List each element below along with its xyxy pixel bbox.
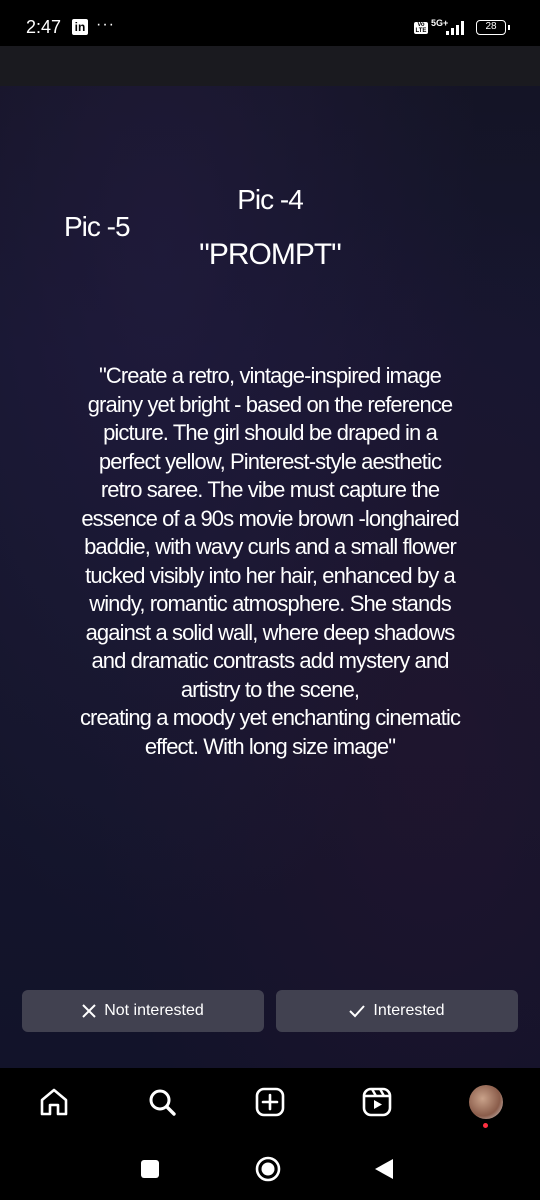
create-tab[interactable] (252, 1084, 288, 1120)
profile-tab[interactable] (468, 1084, 504, 1120)
check-icon (349, 1005, 366, 1018)
prompt-line: essence of a 90s movie brown -longhaired (81, 505, 459, 531)
prompt-line: windy, romantic atmosphere. She stands (89, 591, 451, 616)
prompt-line: picture. The girl should be draped in a (103, 420, 438, 445)
close-icon (82, 1004, 96, 1018)
prompt-line: retro saree. The vibe must capture the (100, 477, 440, 502)
volte-icon: Vo LTE (414, 22, 428, 34)
triangle-back-icon (375, 1159, 393, 1179)
media-top-shade (0, 46, 540, 86)
reels-icon (362, 1087, 392, 1117)
back-button[interactable] (370, 1155, 398, 1183)
reels-tab[interactable] (359, 1084, 395, 1120)
feedback-actions: Not interested Interested (0, 990, 540, 1032)
profile-avatar (469, 1085, 503, 1119)
signal-strength-icon (446, 21, 468, 35)
circle-icon (255, 1156, 281, 1182)
recents-button[interactable] (136, 1155, 164, 1183)
create-icon (255, 1087, 285, 1117)
prompt-line: artistry to the scene, (180, 676, 360, 702)
prompt-heading: "PROMPT" (199, 238, 342, 271)
prompt-line: grainy yet bright - based on the referen… (87, 391, 453, 417)
home-icon (40, 1088, 68, 1116)
system-nav (0, 1142, 540, 1200)
notification-dot (483, 1123, 488, 1128)
more-notifications-icon: ··· (96, 16, 115, 33)
square-icon (141, 1160, 159, 1178)
not-interested-label: Not interested (104, 1002, 204, 1019)
post-media[interactable]: Pic -4 Pic -5 "PROMPT" "Create a retro, … (0, 46, 540, 1068)
prompt-text: "Create a retro, vintage-inspired image … (60, 362, 480, 761)
prompt-line: perfect yellow, Pinterest-style aestheti… (98, 448, 442, 474)
prompt-line: "Create a retro, vintage-inspired image (98, 363, 442, 388)
prompt-line: effect. With long size image" (144, 733, 396, 759)
home-tab[interactable] (36, 1084, 72, 1120)
interested-label: Interested (373, 1002, 445, 1019)
prompt-line: tucked visibly into her hair, enhanced b… (85, 562, 456, 588)
status-time: 2:47 (26, 17, 62, 37)
search-icon (149, 1089, 176, 1116)
interested-button[interactable]: Interested (276, 990, 518, 1032)
prompt-line: baddie, with wavy curls and a small flow… (84, 534, 457, 559)
battery-icon: 28 (476, 20, 510, 35)
prompt-line: against a solid wall, where deep shadows (85, 619, 456, 645)
bottom-nav (0, 1068, 540, 1142)
prompt-line: creating a moody yet enchanting cinemati… (79, 705, 461, 730)
linkedin-icon: in (72, 19, 88, 35)
prompt-line: and dramatic contrasts add mystery and (91, 648, 449, 673)
not-interested-button[interactable]: Not interested (22, 990, 264, 1032)
search-tab[interactable] (144, 1084, 180, 1120)
home-button[interactable] (254, 1155, 282, 1183)
